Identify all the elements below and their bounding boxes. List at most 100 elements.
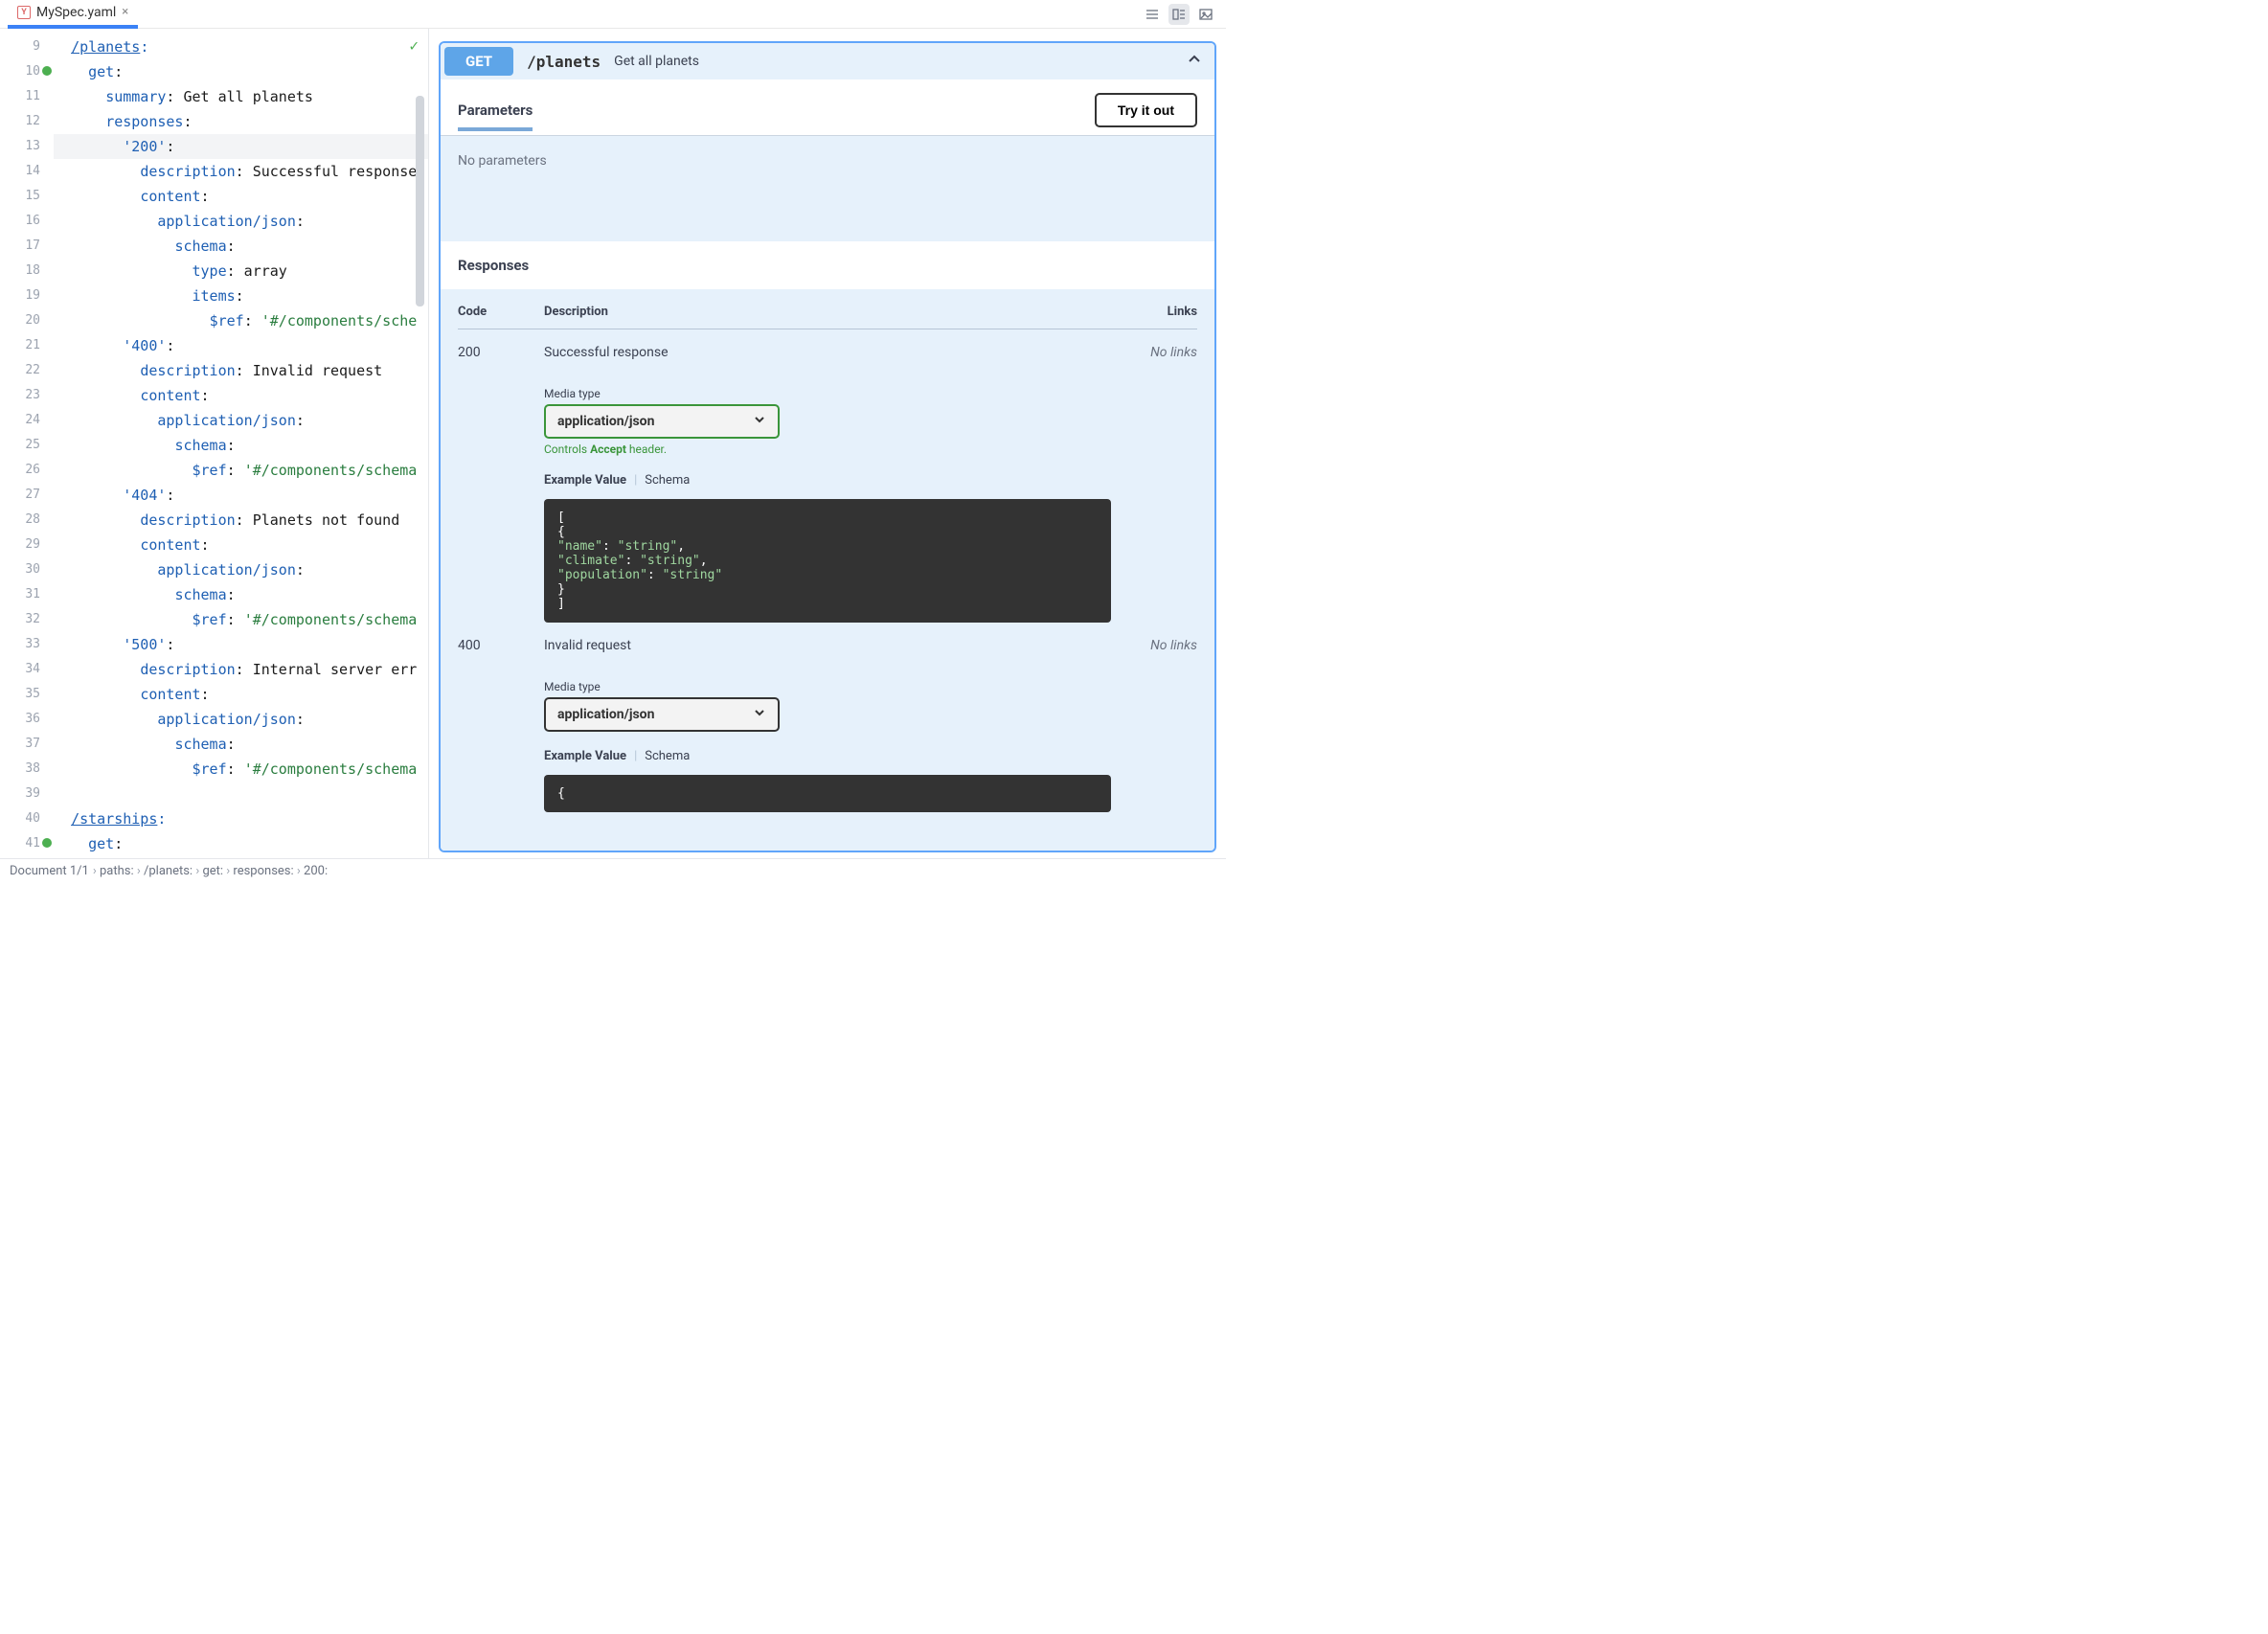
chevron-down-icon (753, 706, 766, 723)
endpoint-summary: Get all planets (614, 54, 699, 69)
code-line[interactable] (54, 782, 428, 806)
tab-schema[interactable]: Schema (645, 749, 690, 763)
close-icon[interactable]: × (122, 5, 128, 19)
response-links: No links (1130, 345, 1197, 623)
code-line[interactable]: application/json: (54, 408, 428, 433)
code-line[interactable]: schema: (54, 732, 428, 757)
code-line[interactable]: /starships: (54, 806, 428, 831)
line-number: 30 (0, 557, 40, 582)
code-line[interactable]: description: Planets not found (54, 508, 428, 533)
response-code: 200 (458, 345, 544, 623)
main-split: 9101112131415161718192021222324252627282… (0, 29, 1226, 858)
response-row: 400Invalid requestMedia typeapplication/… (458, 623, 1197, 812)
breadcrumb-segment[interactable]: get: (202, 864, 223, 878)
breadcrumb-segment[interactable]: responses: (233, 864, 293, 878)
parameters-label: Parameters (458, 102, 533, 119)
code-line[interactable]: application/json: (54, 557, 428, 582)
line-number: 37 (0, 732, 40, 757)
line-number: 26 (0, 458, 40, 483)
tab-example-value[interactable]: Example Value (544, 473, 626, 488)
code-line[interactable]: schema: (54, 433, 428, 458)
media-type-label: Media type (544, 680, 1130, 693)
example-json: { (544, 775, 1111, 812)
line-number: 19 (0, 284, 40, 308)
parameters-header: Parameters Try it out (441, 79, 1214, 136)
code-line[interactable]: '400': (54, 333, 428, 358)
tab-bar: Y MySpec.yaml × (0, 0, 1226, 29)
response-description: Invalid request Media type application/jso… (544, 638, 1130, 812)
parameters-body: No parameters (441, 136, 1214, 241)
api-preview-pane: GET /planets Get all planets Parameters … (428, 29, 1226, 858)
chevron-right-icon: › (93, 864, 100, 878)
code-line[interactable]: '500': (54, 632, 428, 657)
code-line[interactable]: type: array (54, 259, 428, 284)
code-line[interactable]: schema: (54, 582, 428, 607)
responses-label: Responses (441, 241, 1214, 289)
code-line[interactable]: content: (54, 184, 428, 209)
scrollbar-thumb[interactable] (416, 96, 424, 306)
responses-body: Code Description Links 200Successful res… (441, 289, 1214, 851)
code-line[interactable]: get: (54, 59, 428, 84)
media-type-hint: Controls Accept header. (544, 443, 1130, 456)
code-line[interactable]: content: (54, 533, 428, 557)
example-json: [ { "name": "string", "climate": "string… (544, 499, 1111, 623)
code-line[interactable]: application/json: (54, 209, 428, 234)
file-tab[interactable]: Y MySpec.yaml × (8, 0, 138, 29)
line-number: 24 (0, 408, 40, 433)
code-line[interactable]: description: Invalid request (54, 358, 428, 383)
chevron-right-icon: › (193, 864, 202, 878)
code-line[interactable]: content: (54, 383, 428, 408)
endpoint-header[interactable]: GET /planets Get all planets (441, 43, 1214, 79)
code-editor[interactable]: 9101112131415161718192021222324252627282… (0, 29, 428, 858)
code-line[interactable]: '200': (54, 134, 428, 159)
code-line[interactable]: $ref: '#/components/sche (54, 308, 428, 333)
tab-example-value[interactable]: Example Value (544, 749, 626, 763)
tab-schema[interactable]: Schema (645, 473, 690, 488)
code-line[interactable]: /planets: (54, 34, 428, 59)
line-number: 40 (0, 806, 40, 831)
line-number: 41 (0, 831, 40, 856)
breadcrumb-segment[interactable]: 200: (304, 864, 328, 878)
code-line[interactable]: description: Internal server err (54, 657, 428, 682)
yaml-file-icon: Y (17, 6, 31, 19)
code-line[interactable]: schema: (54, 234, 428, 259)
code-line[interactable]: description: Successful response (54, 159, 428, 184)
chevron-up-icon[interactable] (1186, 51, 1203, 73)
line-number: 9 (0, 34, 40, 59)
image-view-icon[interactable] (1195, 4, 1216, 25)
line-number: 15 (0, 184, 40, 209)
response-links: No links (1130, 638, 1197, 812)
media-type-select[interactable]: application/json (544, 697, 780, 732)
code-area[interactable]: ✓ /planets: get: summary: Get all planet… (54, 29, 428, 858)
code-line[interactable]: $ref: '#/components/schema (54, 607, 428, 632)
code-line[interactable]: summary: Get all planets (54, 84, 428, 109)
line-number: 12 (0, 109, 40, 134)
code-line[interactable]: get: (54, 831, 428, 856)
line-number: 29 (0, 533, 40, 557)
code-line[interactable]: items: (54, 284, 428, 308)
split-view-icon[interactable] (1168, 4, 1190, 25)
code-line[interactable]: application/json: (54, 707, 428, 732)
media-type-select[interactable]: application/json (544, 404, 780, 439)
response-description: Successful responseMedia typeapplication… (544, 345, 1130, 623)
toolbar-right (1142, 4, 1226, 25)
code-column-header: Code (458, 305, 544, 319)
chevron-right-icon: › (134, 864, 144, 878)
code-line[interactable]: $ref: '#/components/schema (54, 757, 428, 782)
line-number: 31 (0, 582, 40, 607)
code-line[interactable]: '404': (54, 483, 428, 508)
breadcrumb-segment[interactable]: paths: (100, 864, 134, 878)
breadcrumb-segment[interactable]: /planets: (144, 864, 193, 878)
description-column-header: Description (544, 305, 1130, 319)
code-line[interactable]: $ref: '#/components/schema (54, 458, 428, 483)
code-line[interactable]: responses: (54, 109, 428, 134)
response-description-text: Successful response (544, 345, 1130, 360)
list-view-icon[interactable] (1142, 4, 1163, 25)
links-column-header: Links (1130, 305, 1197, 319)
code-line[interactable]: content: (54, 682, 428, 707)
response-description-text: Invalid request (544, 638, 1130, 653)
line-number: 23 (0, 383, 40, 408)
endpoint-path: /planets (527, 53, 601, 71)
try-it-out-button[interactable]: Try it out (1095, 93, 1197, 127)
line-number: 27 (0, 483, 40, 508)
